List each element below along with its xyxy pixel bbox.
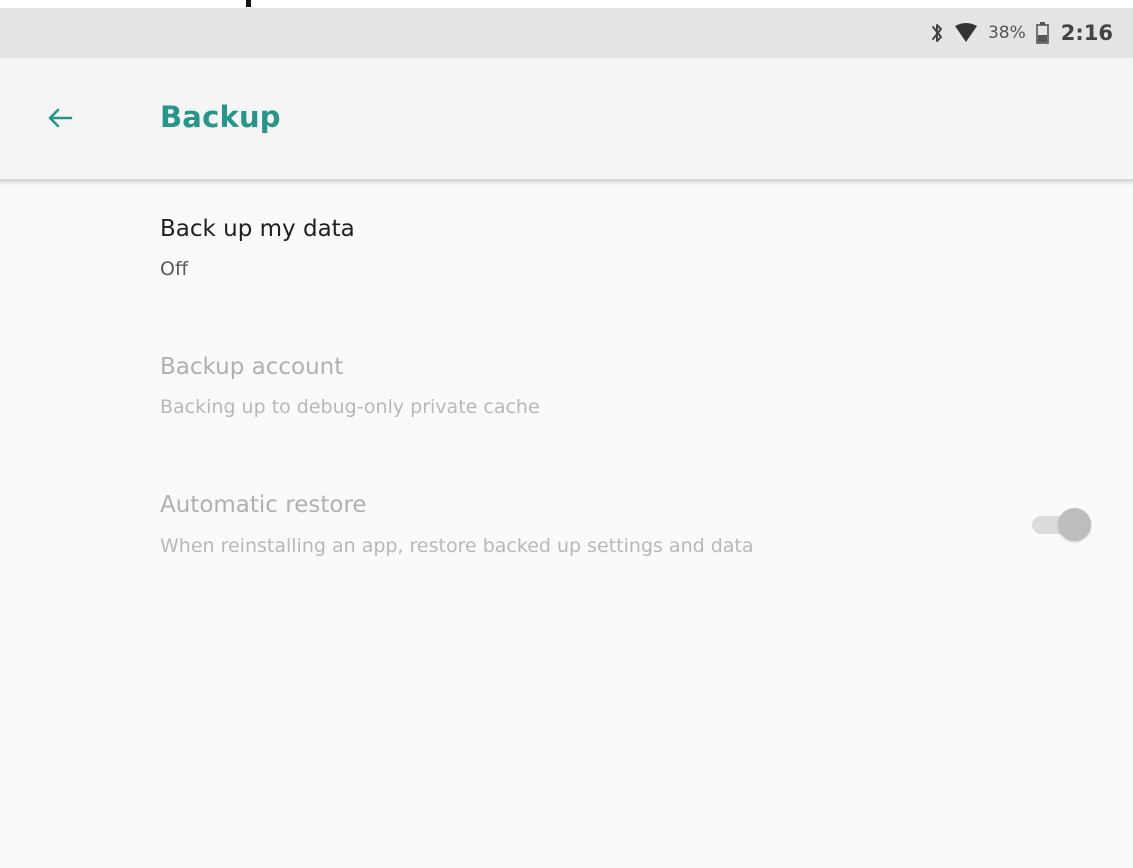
- preference-title: Back up my data: [160, 216, 355, 242]
- page-title: Backup: [160, 100, 281, 134]
- cropped-top-edge: [0, 0, 1133, 8]
- preference-backup-account[interactable]: Backup account Backing up to debug-only …: [0, 334, 1133, 444]
- preference-summary: Backing up to debug-only private cache: [160, 396, 540, 418]
- arrow-back-icon: [47, 107, 73, 133]
- preference-back-up-my-data[interactable]: Back up my data Off: [0, 196, 1133, 306]
- back-button[interactable]: [34, 94, 86, 146]
- preference-automatic-restore[interactable]: Automatic restore When reinstalling an a…: [0, 470, 1133, 580]
- battery-icon: [1035, 22, 1049, 44]
- app-bar: Backup: [0, 58, 1133, 181]
- cropped-text-fragment: [246, 0, 251, 7]
- preference-summary: When reinstalling an app, restore backed…: [160, 535, 754, 557]
- automatic-restore-toggle[interactable]: [1030, 508, 1092, 541]
- bluetooth-icon: [930, 22, 944, 44]
- preference-title: Automatic restore: [160, 492, 367, 518]
- preference-title: Backup account: [160, 354, 344, 380]
- status-bar: 38% 2:16: [0, 8, 1133, 58]
- status-icons: 38% 2:16: [930, 8, 1113, 58]
- wifi-icon: [954, 23, 978, 43]
- preference-summary: Off: [160, 258, 189, 280]
- toggle-thumb: [1058, 508, 1091, 541]
- settings-screen: 38% 2:16 Backup Back up my data Off Back…: [0, 0, 1133, 868]
- battery-percent: 38%: [987, 23, 1026, 43]
- status-clock: 2:16: [1060, 21, 1113, 45]
